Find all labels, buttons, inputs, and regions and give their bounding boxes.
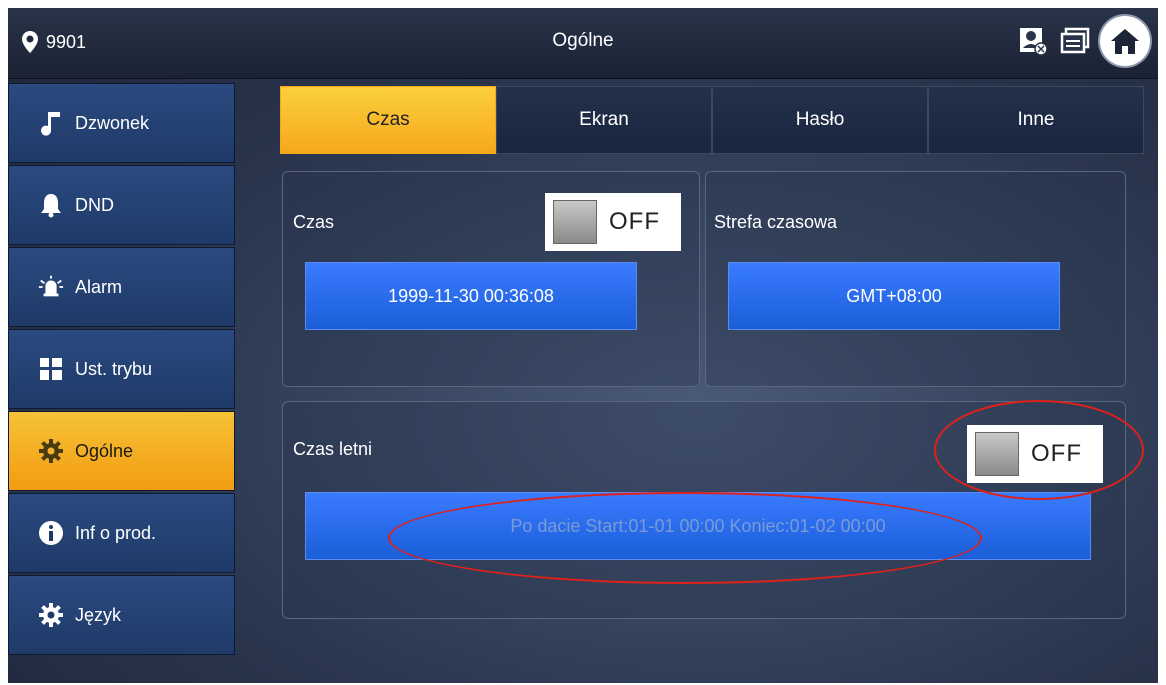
- message-icon[interactable]: [1058, 24, 1092, 58]
- sidebar-item-label: Dzwonek: [75, 112, 150, 133]
- annotation-ellipse-toggle: [934, 400, 1144, 500]
- music-note-icon: [37, 109, 65, 137]
- datetime-button[interactable]: 1999-11-30 00:36:08: [305, 262, 637, 330]
- time-toggle[interactable]: OFF: [545, 193, 681, 251]
- top-bar: 9901 Ogólne: [8, 8, 1158, 79]
- home-icon: [1111, 29, 1139, 54]
- sidebar-item-label: Ogólne: [75, 440, 134, 461]
- sidebar-item-inf-o-prod[interactable]: Inf o prod.: [8, 493, 235, 573]
- sidebar-item-jezyk[interactable]: Język: [8, 575, 235, 655]
- page-title: Ogólne: [552, 30, 614, 51]
- gear-icon: [37, 437, 65, 465]
- tab-haslo[interactable]: Hasło: [712, 86, 928, 154]
- toggle-knob: [553, 200, 597, 244]
- sidebar-item-dzwonek[interactable]: Dzwonek: [8, 83, 235, 163]
- time-panel: Czas OFF 1999-11-30 00:36:08: [282, 171, 700, 387]
- timezone-label: Strefa czasowa: [714, 212, 838, 232]
- annotation-ellipse-period: [388, 492, 982, 584]
- toggle-state: OFF: [609, 208, 660, 235]
- gear-icon: [37, 601, 65, 629]
- sidebar-item-ust-trybu[interactable]: Ust. trybu: [8, 329, 235, 409]
- sidebar-item-label: DND: [75, 194, 114, 215]
- contact-card-icon[interactable]: [1016, 24, 1050, 58]
- time-label: Czas: [293, 212, 335, 232]
- bell-icon: [37, 191, 65, 219]
- sidebar-item-label: Alarm: [75, 276, 123, 297]
- tab-czas[interactable]: Czas: [280, 86, 496, 154]
- top-icons: [1016, 16, 1150, 66]
- sidebar: Dzwonek DND Alarm Ust. trybu Ogólne Inf …: [8, 83, 235, 683]
- sidebar-item-label: Inf o prod.: [75, 522, 157, 543]
- home-button[interactable]: [1100, 16, 1150, 66]
- sidebar-item-dnd[interactable]: DND: [8, 165, 235, 245]
- sidebar-item-label: Ust. trybu: [75, 358, 153, 379]
- timezone-button[interactable]: GMT+08:00: [728, 262, 1060, 330]
- tab-bar: Czas Ekran Hasło Inne: [280, 86, 1144, 154]
- sidebar-item-alarm[interactable]: Alarm: [8, 247, 235, 327]
- tab-inne[interactable]: Inne: [928, 86, 1144, 154]
- info-icon: [37, 519, 65, 547]
- tab-ekran[interactable]: Ekran: [496, 86, 712, 154]
- dst-label: Czas letni: [293, 439, 373, 459]
- sidebar-item-ogolne[interactable]: Ogólne: [8, 411, 235, 491]
- timezone-panel: Strefa czasowa GMT+08:00: [705, 171, 1126, 387]
- grid-icon: [37, 355, 65, 383]
- alarm-icon: [37, 273, 65, 301]
- sidebar-item-label: Język: [75, 604, 122, 625]
- screen: 9901 Ogólne Dzwonek DND Alarm Ust. trybu…: [8, 8, 1158, 683]
